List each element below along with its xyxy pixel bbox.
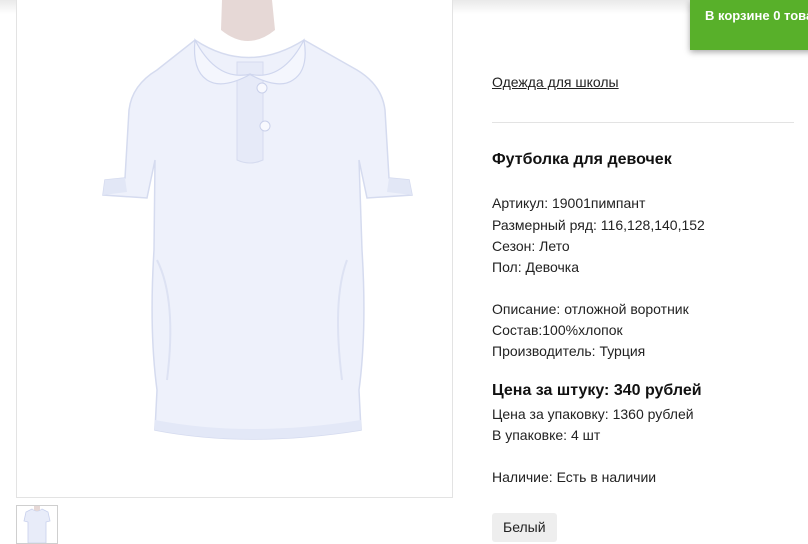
product-thumbnail[interactable] <box>16 505 58 544</box>
product-page: В корзине 0 това Одежда для школы Футбол… <box>0 0 808 544</box>
price-per-pack: Цена за упаковку: 1360 рублей <box>492 406 694 422</box>
product-gender: Пол: Девочка <box>492 259 580 275</box>
pack-count: В упаковке: 4 шт <box>492 427 601 443</box>
cart-status-button[interactable]: В корзине 0 това <box>690 0 808 50</box>
product-article: Артикул: 19001пимпант <box>492 195 646 211</box>
product-manufacturer: Производитель: Турция <box>492 343 646 359</box>
product-title: Футболка для девочек <box>492 151 672 168</box>
product-image-frame[interactable] <box>16 0 453 498</box>
product-season: Сезон: Лето <box>492 238 570 254</box>
product-description: Описание: отложной воротник <box>492 301 689 317</box>
breadcrumb-category-link[interactable]: Одежда для школы <box>492 74 619 90</box>
product-composition: Состав:100%хлопок <box>492 322 623 338</box>
availability-status: Наличие: Есть в наличии <box>492 469 657 485</box>
price-per-unit: Цена за штуку: 340 рублей <box>492 382 702 399</box>
product-sizes: Размерный ряд: 116,128,140,152 <box>492 217 705 233</box>
divider <box>492 122 794 123</box>
cart-status-label: В корзине 0 това <box>705 8 808 23</box>
color-option-white[interactable]: Белый <box>492 513 557 542</box>
white-polo-shirt-image[interactable] <box>17 0 453 498</box>
white-polo-shirt-thumbnail[interactable] <box>17 506 57 543</box>
